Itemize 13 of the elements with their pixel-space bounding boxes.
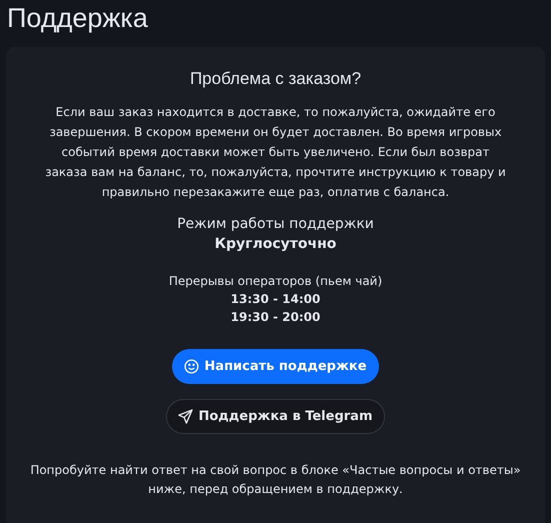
card-heading: Проблема с заказом? [190,69,362,89]
page-title: Поддержка [6,2,149,34]
schedule-label: Режим работы поддержки [177,215,374,234]
write-support-button[interactable]: Написать поддержке [172,349,379,384]
break-time: 13:30 - 14:00 [230,291,320,308]
hint-text: Попробуйте найти ответ на свой вопрос в блоке «Частые вопросы и ответы» ниже, перед обращением в поддержку. [29,462,522,498]
telegram-button[interactable]: Поддержка в Telegram [166,399,384,434]
smiley-icon [184,359,200,374]
send-icon [178,409,194,424]
schedule-value: Круглосуточно [214,235,336,254]
description-text: Если ваш заказ находится в доставке, то пожалуйста, ожидайте его завершения. В скором времени он будет доставлен. Во время игровых событий время доставки может быть увеличено. Если был возврат заказа вам на баланс, то, пожалуйста, прочтите инструкцию к товару и правильно перезакажите еще раз, оплатив с баланса. [44,104,507,201]
breaks-label: Перерывы операторов (пьем чай) [168,273,382,290]
break-time: 19:30 - 20:00 [230,309,320,326]
